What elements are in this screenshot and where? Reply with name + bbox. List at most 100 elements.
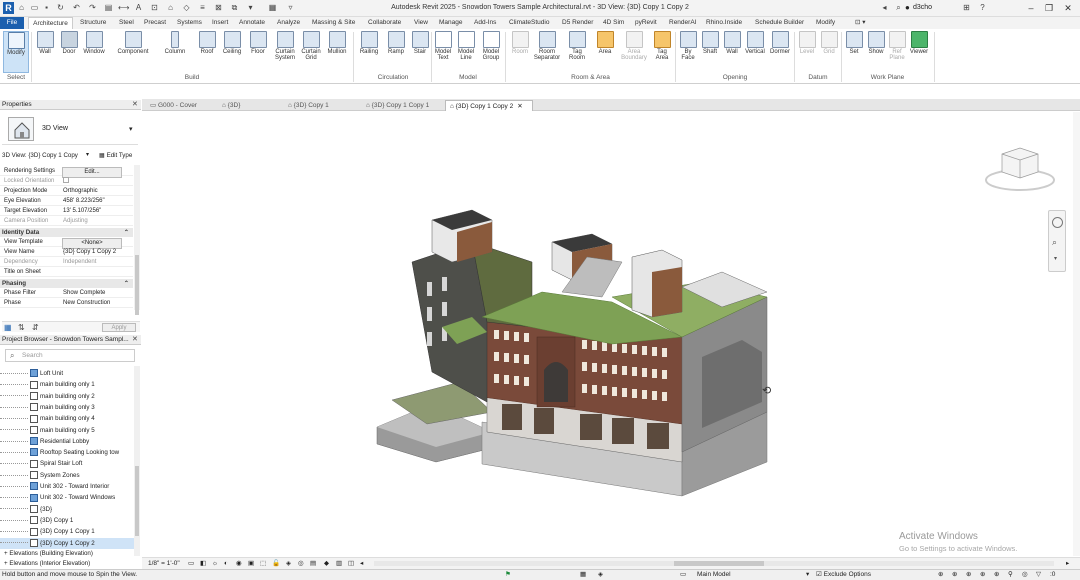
- phase-filter-field[interactable]: Show Complete: [63, 289, 129, 298]
- scroll-right-icon[interactable]: ▸: [1066, 558, 1069, 569]
- shaft-button[interactable]: Shaft: [700, 31, 720, 73]
- crop-view-icon[interactable]: ▣: [248, 558, 254, 569]
- tag-room-button[interactable]: Tag Room: [566, 31, 588, 73]
- ribbon-options-icon[interactable]: ⊡ ▾: [855, 17, 866, 29]
- view-name-field[interactable]: {3D} Copy 1 Copy 2: [63, 248, 129, 257]
- select-links-icon[interactable]: ⊕: [938, 570, 943, 580]
- tree-item[interactable]: main building only 4: [0, 413, 137, 424]
- status-filter-label[interactable]: :0: [1050, 570, 1055, 580]
- select-pinned-icon[interactable]: ⊕: [966, 570, 971, 580]
- drag-elements-icon[interactable]: ⊕: [994, 570, 999, 580]
- model-text-button[interactable]: Model Text: [433, 31, 453, 73]
- tree-item[interactable]: Spiral Stair Loft: [0, 458, 137, 469]
- tab-architecture[interactable]: Architecture: [28, 17, 73, 29]
- floor-button[interactable]: Floor: [247, 31, 269, 73]
- tree-item[interactable]: Unit 302 - Toward Interior: [0, 481, 137, 492]
- tree-item[interactable]: Unit 302 - Toward Windows: [0, 492, 137, 503]
- close-properties-icon[interactable]: ✕: [132, 100, 138, 110]
- tag-area-button[interactable]: Tag Area: [651, 31, 673, 73]
- ceiling-button[interactable]: Ceiling: [220, 31, 244, 73]
- tree-item[interactable]: {3D} Copy 1: [0, 515, 137, 526]
- user-name[interactable]: d3cho: [913, 4, 932, 11]
- view-tab-3d[interactable]: ⌂ {3D}: [218, 100, 278, 111]
- tree-item[interactable]: Residential Lobby: [0, 436, 137, 447]
- properties-scrollbar[interactable]: [134, 165, 140, 315]
- exclude-options-checkbox[interactable]: ☑ Exclude Options: [816, 570, 871, 580]
- view-tab-cover[interactable]: ▭ G000 - Cover: [146, 100, 226, 111]
- reveal-hidden-icon[interactable]: ◎: [298, 558, 304, 569]
- tab-rhino-inside[interactable]: Rhino.Inside: [706, 17, 742, 29]
- tab-analyze[interactable]: Analyze: [277, 17, 300, 29]
- tab-file[interactable]: File: [0, 17, 24, 29]
- background-processes-icon[interactable]: ◎: [1022, 570, 1028, 580]
- railing-button[interactable]: Railing: [356, 31, 382, 73]
- area-button[interactable]: Area: [594, 31, 616, 73]
- main-model-icon[interactable]: ▭: [680, 570, 686, 580]
- info-icon[interactable]: ◂: [880, 3, 889, 13]
- panel-select[interactable]: Select: [2, 74, 30, 81]
- model-group-button[interactable]: Model Group: [479, 31, 503, 73]
- constraints-icon[interactable]: ◫: [348, 558, 354, 569]
- tab-structure[interactable]: Structure: [80, 17, 106, 29]
- status-filter-icon[interactable]: ▽: [1036, 570, 1041, 580]
- identity-data-section[interactable]: Identity Data ⌃: [0, 228, 133, 237]
- grid-button[interactable]: Grid: [819, 31, 839, 73]
- curtain-grid-button[interactable]: Curtain Grid: [299, 31, 323, 73]
- filter-icon[interactable]: ▦: [580, 570, 586, 580]
- stair-button[interactable]: Stair: [409, 31, 431, 73]
- close-project-browser-icon[interactable]: ✕: [132, 335, 138, 345]
- wall-opening-button[interactable]: Wall: [722, 31, 742, 73]
- dormer-button[interactable]: Dormer: [768, 31, 792, 73]
- vertical-opening-button[interactable]: Vertical: [743, 31, 767, 73]
- help-icon[interactable]: ?: [978, 3, 987, 13]
- level-button[interactable]: Level: [797, 31, 817, 73]
- panel-room-area[interactable]: Room & Area: [508, 74, 673, 81]
- lock-view-icon[interactable]: 🔓: [272, 558, 280, 569]
- tab-massing[interactable]: Massing & Site: [312, 17, 355, 29]
- locked-orientation-checkbox[interactable]: [63, 177, 129, 187]
- phase-field[interactable]: New Construction: [63, 299, 129, 308]
- tree-item[interactable]: System Zones: [0, 470, 137, 481]
- viewport-scrollbar[interactable]: [1073, 112, 1080, 556]
- visual-style-icon[interactable]: ◧: [200, 558, 206, 569]
- column-button[interactable]: Column: [160, 31, 190, 73]
- tree-item[interactable]: main building only 3: [0, 402, 137, 413]
- edit-type-button[interactable]: ▦ Edit Type: [99, 151, 132, 161]
- tree-item[interactable]: main building only 1: [0, 379, 137, 390]
- wall-button[interactable]: Wall: [34, 31, 56, 73]
- project-browser-search[interactable]: ⌕ Search: [5, 349, 135, 362]
- prop-value[interactable]: Orthographic: [63, 187, 129, 196]
- phasing-section[interactable]: Phasing ⌃: [0, 279, 133, 288]
- tab-renderai[interactable]: RenderAI: [669, 17, 696, 29]
- view-tab-3d-copy-1-copy-2[interactable]: ⌂ {3D} Copy 1 Copy 2 ✕: [445, 100, 533, 111]
- by-face-button[interactable]: By Face: [678, 31, 698, 73]
- tree-item[interactable]: {3D} Copy 1 Copy 1: [0, 526, 137, 537]
- nav-dropdown-icon[interactable]: ▾: [1054, 255, 1057, 262]
- design-options-icon[interactable]: ◈: [598, 570, 603, 580]
- analysis-icon[interactable]: ◆: [324, 558, 329, 569]
- cart-icon[interactable]: ⊞: [962, 3, 971, 13]
- steering-wheel-icon[interactable]: [1052, 217, 1063, 228]
- type-selector[interactable]: 3D View ▾: [2, 113, 138, 145]
- filter-count-icon[interactable]: ⚲: [1008, 570, 1013, 580]
- sort-desc-icon[interactable]: ⇵: [32, 323, 39, 332]
- tab-manage[interactable]: Manage: [439, 17, 463, 29]
- tab-collaborate[interactable]: Collaborate: [368, 17, 401, 29]
- tree-item[interactable]: Loft Unit: [0, 368, 137, 379]
- type-dropdown-icon[interactable]: ▾: [129, 125, 133, 133]
- shadows-icon[interactable]: ◐: [224, 558, 228, 569]
- restore-icon[interactable]: ❐: [1042, 2, 1056, 14]
- tab-climatestudio[interactable]: ClimateStudio: [509, 17, 549, 29]
- close-icon[interactable]: ✕: [1061, 2, 1075, 14]
- workset-icon[interactable]: ⚑: [505, 570, 511, 580]
- user-icon[interactable]: ●: [905, 3, 910, 12]
- tab-4d-sim[interactable]: 4D Sim: [603, 17, 624, 29]
- room-separator-button[interactable]: Room Separator: [530, 31, 564, 73]
- model-line-button[interactable]: Model Line: [455, 31, 477, 73]
- tab-modify[interactable]: Modify: [816, 17, 835, 29]
- window-button[interactable]: Window: [81, 31, 107, 73]
- scroll-left-icon[interactable]: ◂: [360, 558, 363, 569]
- prop-value[interactable]: 13' 5.107/256": [63, 207, 129, 216]
- mullion-button[interactable]: Mullion: [324, 31, 350, 73]
- tab-add-ins[interactable]: Add-Ins: [474, 17, 496, 29]
